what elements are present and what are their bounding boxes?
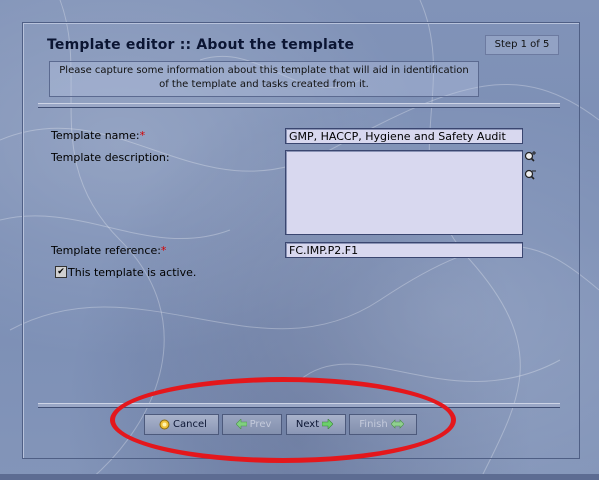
- template-reference-label: Template reference:*: [51, 244, 167, 257]
- page-title: Template editor :: About the template: [47, 37, 355, 53]
- template-name-label: Template name:*: [51, 129, 146, 142]
- active-checkbox[interactable]: ✔: [55, 266, 67, 278]
- zoom-out-icon[interactable]: [524, 168, 538, 180]
- template-description-textarea[interactable]: [285, 150, 523, 235]
- highlight-oval: [110, 377, 456, 463]
- required-marker: *: [139, 129, 146, 142]
- info-line-1: Please capture some information about th…: [59, 65, 469, 76]
- required-marker: *: [160, 244, 167, 257]
- template-description-label: Template description:: [51, 151, 170, 164]
- step-indicator: Step 1 of 5: [485, 35, 559, 55]
- wizard-header: Template editor :: About the template St…: [37, 30, 565, 100]
- template-reference-input[interactable]: [285, 242, 523, 258]
- active-checkbox-label: This template is active.: [68, 266, 197, 279]
- info-line-2: of the template and tasks created from i…: [159, 79, 369, 90]
- bottom-bar: [0, 474, 599, 480]
- zoom-in-icon[interactable]: [524, 150, 538, 162]
- top-separator: [38, 103, 560, 108]
- template-name-input[interactable]: [285, 128, 523, 144]
- info-box: Please capture some information about th…: [49, 61, 479, 97]
